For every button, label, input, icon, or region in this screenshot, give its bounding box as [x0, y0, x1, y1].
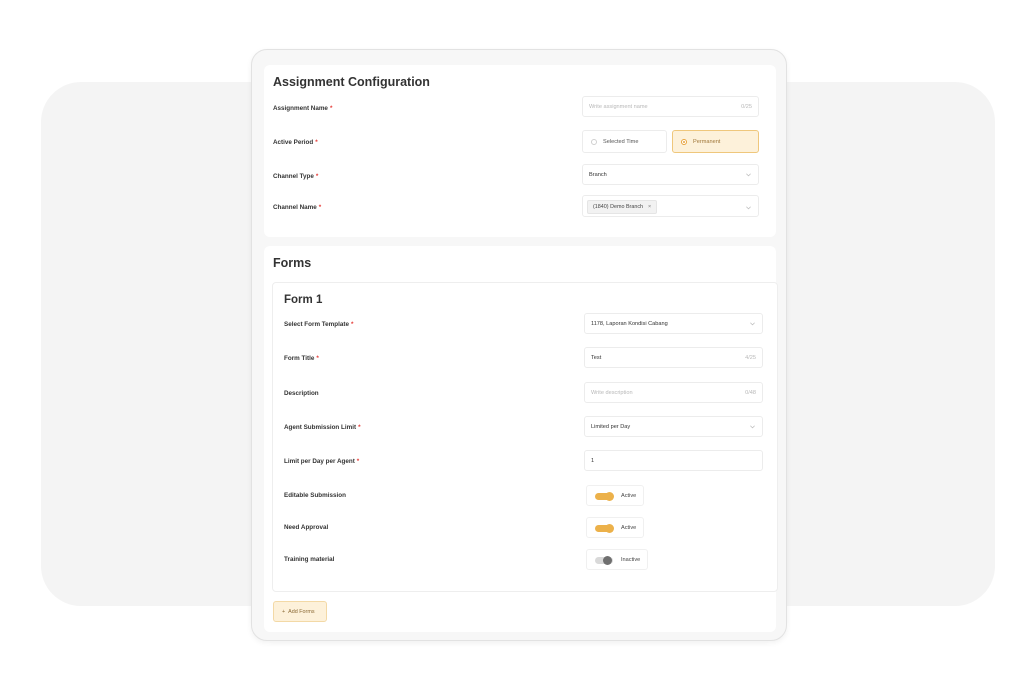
description-counter: 0/48: [745, 390, 756, 396]
assignment-name-counter: 0/25: [741, 104, 752, 110]
form-template-select[interactable]: 1178, Laporan Kondisi Cabang: [584, 313, 763, 334]
channel-name-tag-text: (1840) Demo Branch: [593, 204, 644, 210]
need-approval-label-text: Need Approval: [284, 524, 329, 531]
form-template-value: 1178, Laporan Kondisi Cabang: [591, 321, 668, 327]
need-approval-state: Active: [621, 525, 637, 531]
required-asterisk: *: [329, 105, 333, 112]
channel-name-tag: (1840) Demo Branch ×: [587, 200, 658, 214]
stage: Assignment Configuration Assignment Name…: [0, 0, 1036, 690]
required-asterisk: *: [358, 424, 361, 431]
editable-submission-toggle[interactable]: Active: [586, 485, 644, 506]
form-title-label-text: Form Title: [284, 355, 315, 362]
toggle-switch-icon[interactable]: [595, 556, 613, 565]
form-title-value: Test: [591, 355, 602, 361]
chevron-down-icon: [746, 173, 751, 177]
toggle-knob: [605, 524, 614, 533]
description-placeholder: Write description: [591, 390, 633, 396]
radio-selected-time[interactable]: Selected Time: [582, 130, 667, 153]
channel-type-value: Branch: [589, 172, 607, 178]
editable-submission-label-text: Editable Submission: [284, 492, 346, 499]
description-label-text: Description: [284, 390, 319, 397]
agent-submission-limit-label-text: Agent Submission Limit: [284, 424, 357, 431]
channel-type-label: Channel Type *: [273, 173, 318, 180]
assignment-name-placeholder: Write assignment name: [589, 104, 648, 110]
toggle-knob: [603, 556, 612, 565]
required-asterisk: *: [315, 139, 318, 146]
channel-name-label: Channel Name *: [273, 204, 321, 211]
training-material-state: Inactive: [621, 557, 641, 563]
select-form-template-label-text: Select Form Template: [284, 321, 349, 328]
assignment-card: Assignment Configuration Assignment Name…: [251, 49, 787, 641]
form-1-title: Form 1: [284, 294, 323, 306]
description-input[interactable]: Write description 0/48: [584, 382, 763, 403]
required-asterisk: *: [350, 321, 354, 328]
agent-submission-limit-value: Limited per Day: [591, 424, 631, 430]
assignment-name-input[interactable]: Write assignment name 0/25: [582, 96, 759, 117]
need-approval-toggle[interactable]: Active: [586, 517, 644, 538]
select-form-template-label: Select Form Template *: [284, 321, 353, 328]
toggle-switch-icon[interactable]: [595, 524, 614, 533]
channel-name-select[interactable]: (1840) Demo Branch ×: [582, 195, 759, 217]
limit-per-day-label-text: Limit per Day per Agent: [284, 458, 355, 465]
limit-per-day-value: 1: [591, 458, 595, 464]
form-title-input[interactable]: Test 4/25: [584, 347, 763, 368]
agent-submission-limit-label: Agent Submission Limit *: [284, 424, 361, 431]
limit-per-day-label: Limit per Day per Agent *: [284, 458, 359, 465]
description-label: Description: [284, 390, 319, 397]
form-1-panel: Form 1 Select Form Template * 1178, Lapor…: [272, 282, 778, 592]
radio-checked-icon: [681, 139, 687, 145]
limit-per-day-input[interactable]: 1: [584, 450, 763, 471]
plus-icon: +: [282, 609, 286, 615]
add-forms-label: Add Forms: [288, 609, 315, 615]
agent-submission-limit-select[interactable]: Limited per Day: [584, 416, 763, 437]
tag-close-icon[interactable]: ×: [648, 204, 651, 210]
required-asterisk: *: [316, 355, 319, 362]
radio-circle-icon: [591, 139, 597, 145]
radio-permanent[interactable]: Permanent: [672, 130, 759, 153]
form-title-counter: 4/25: [745, 355, 756, 361]
chevron-down-icon: [750, 425, 755, 429]
assignment-name-label: Assignment Name *: [273, 105, 332, 112]
forms-section: Forms Form 1 Select Form Template * 1178,…: [264, 246, 778, 632]
active-period-label: Active Period *: [273, 139, 318, 146]
radio-permanent-label: Permanent: [693, 139, 721, 145]
training-material-label-text: Training material: [284, 556, 335, 563]
need-approval-label: Need Approval: [284, 524, 328, 531]
channel-name-label-text: Channel Name: [273, 204, 317, 211]
chevron-down-icon: [750, 322, 755, 326]
training-material-label: Training material: [284, 556, 334, 563]
assignment-configuration-section: Assignment Configuration Assignment Name…: [264, 65, 776, 237]
required-asterisk: *: [318, 204, 322, 211]
chevron-down-icon: [746, 206, 751, 210]
forms-title: Forms: [273, 256, 312, 270]
channel-type-select[interactable]: Branch: [582, 164, 759, 185]
toggle-switch-icon[interactable]: [595, 492, 614, 501]
active-period-label-text: Active Period: [273, 139, 314, 146]
required-asterisk: *: [356, 458, 360, 465]
toggle-knob: [605, 492, 614, 501]
section-title: Assignment Configuration: [273, 75, 430, 89]
add-forms-button-content: + Add Forms: [282, 609, 315, 615]
add-forms-button[interactable]: + Add Forms: [273, 601, 327, 622]
assignment-name-label-text: Assignment Name: [273, 105, 328, 112]
editable-submission-state: Active: [621, 493, 637, 499]
channel-type-label-text: Channel Type: [273, 173, 314, 180]
radio-selected-time-label: Selected Time: [603, 139, 639, 145]
form-title-label: Form Title *: [284, 355, 319, 362]
editable-submission-label: Editable Submission: [284, 492, 346, 499]
training-material-toggle[interactable]: Inactive: [586, 549, 648, 570]
required-asterisk: *: [315, 173, 319, 180]
